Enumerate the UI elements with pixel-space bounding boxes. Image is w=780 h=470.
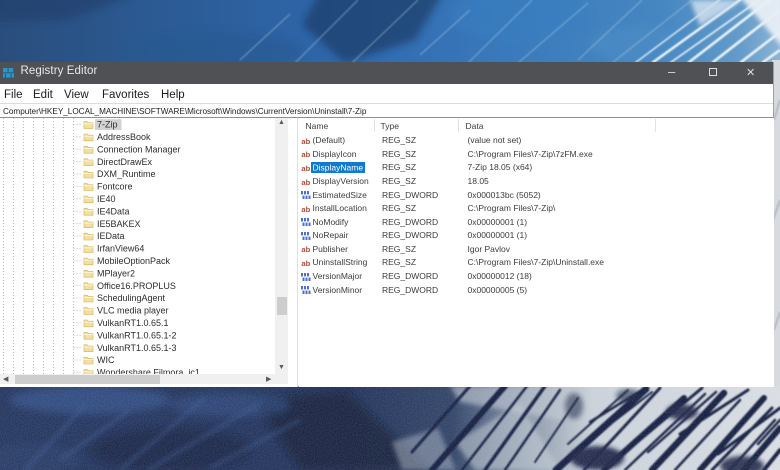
svg-text:IE4Data: IE4Data <box>97 206 130 216</box>
svg-text:IEData: IEData <box>97 231 125 241</box>
svg-text:Connection Manager: Connection Manager <box>97 144 181 154</box>
svg-text:ab: ab <box>301 151 310 160</box>
svg-text:MPlayer2: MPlayer2 <box>97 268 135 278</box>
svg-text:DirectDrawEx: DirectDrawEx <box>97 157 153 167</box>
svg-text:VulkanRT1.0.65.1-3: VulkanRT1.0.65.1-3 <box>97 343 177 353</box>
svg-text:WIC: WIC <box>97 355 115 365</box>
svg-text:ab: ab <box>301 178 310 187</box>
svg-text:AddressBook: AddressBook <box>97 132 151 142</box>
svg-text:ab: ab <box>301 137 310 146</box>
svg-text:ab: ab <box>301 246 310 255</box>
svg-text:DXM_Runtime: DXM_Runtime <box>97 169 156 179</box>
svg-text:ab: ab <box>301 164 310 173</box>
svg-text:IrfanView64: IrfanView64 <box>97 244 144 254</box>
svg-text:VulkanRT1.0.65.1: VulkanRT1.0.65.1 <box>97 318 169 328</box>
svg-text:IE40: IE40 <box>97 194 116 204</box>
svg-text:Fontcore: Fontcore <box>97 182 133 192</box>
svg-text:7-Zip: 7-Zip <box>97 120 118 130</box>
svg-text:IE5BAKEX: IE5BAKEX <box>97 219 141 229</box>
svg-text:MobileOptionPack: MobileOptionPack <box>97 256 171 266</box>
svg-text:SchedulingAgent: SchedulingAgent <box>97 293 166 303</box>
svg-text:VulkanRT1.0.65.1-2: VulkanRT1.0.65.1-2 <box>97 330 177 340</box>
svg-text:ab: ab <box>301 259 310 268</box>
svg-text:Office16.PROPLUS: Office16.PROPLUS <box>97 281 176 291</box>
svg-text:VLC media player: VLC media player <box>97 306 169 316</box>
svg-text:ab: ab <box>301 205 310 214</box>
